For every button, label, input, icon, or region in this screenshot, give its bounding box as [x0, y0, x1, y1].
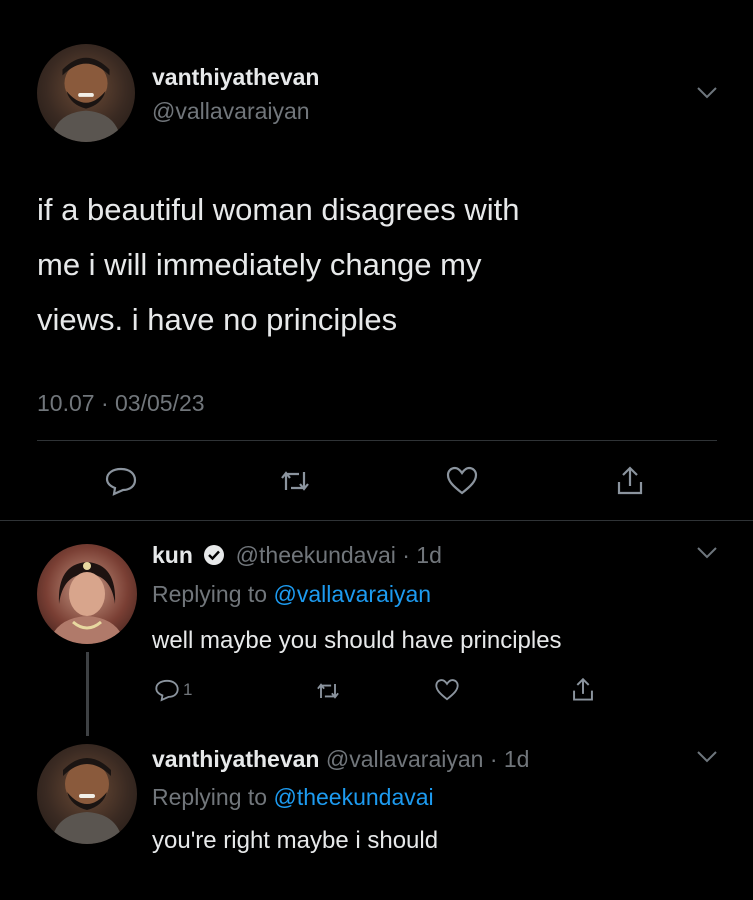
replying-to-label: Replying to	[152, 581, 274, 607]
tweet-text: if a beautiful woman disagrees with me i…	[37, 182, 519, 347]
share-icon[interactable]	[614, 464, 646, 496]
reply-time[interactable]: · 1d	[490, 746, 530, 772]
like-icon[interactable]	[434, 678, 460, 702]
avatar[interactable]	[37, 744, 137, 844]
handle[interactable]: @vallavaraiyan	[152, 98, 310, 125]
share-icon[interactable]	[570, 676, 596, 702]
reply-icon[interactable]	[104, 466, 138, 496]
verified-badge-icon	[203, 544, 225, 566]
reply-icon[interactable]	[154, 678, 180, 702]
tweet-text-line: if a beautiful woman disagrees with	[37, 192, 520, 227]
replying-to: Replying to @vallavaraiyan	[152, 581, 431, 608]
chevron-down-icon[interactable]	[696, 750, 718, 764]
like-icon[interactable]	[445, 466, 479, 496]
display-name[interactable]: vanthiyathevan	[152, 746, 319, 772]
handle[interactable]: @vallavaraiyan	[326, 746, 484, 772]
avatar[interactable]	[37, 44, 135, 142]
mention-link[interactable]: @theekundavai	[273, 784, 433, 810]
retweet-icon[interactable]	[314, 680, 342, 702]
divider	[0, 520, 753, 521]
timestamp[interactable]: 10.07 · 03/05/23	[37, 390, 205, 417]
reply-actions: 1	[0, 674, 753, 708]
tweet-actions	[0, 462, 753, 502]
reply-text: you're right maybe i should	[152, 827, 439, 854]
display-name[interactable]: kun	[152, 542, 193, 568]
reply-text: well maybe you should have principles	[152, 627, 562, 654]
chevron-down-icon[interactable]	[696, 86, 718, 100]
replying-to: Replying to @theekundavai	[152, 784, 434, 811]
reply-count: 1	[183, 680, 193, 699]
replying-to-label: Replying to	[152, 784, 274, 810]
reply-time[interactable]: · 1d	[402, 542, 442, 568]
retweet-icon[interactable]	[277, 468, 313, 494]
chevron-down-icon[interactable]	[696, 546, 718, 560]
reply-header: vanthiyathevan @vallavaraiyan · 1d	[152, 746, 529, 773]
handle[interactable]: @theekundavai	[236, 542, 396, 568]
tweet-text-line: me i will immediately change my	[37, 247, 482, 282]
tweet-text-line: views. i have no principles	[37, 302, 398, 337]
reply-header: kun @theekundavai · 1d	[152, 542, 442, 569]
display-name[interactable]: vanthiyathevan	[152, 64, 319, 91]
mention-link[interactable]: @vallavaraiyan	[273, 581, 431, 607]
divider	[37, 440, 717, 441]
avatar[interactable]	[37, 544, 137, 644]
